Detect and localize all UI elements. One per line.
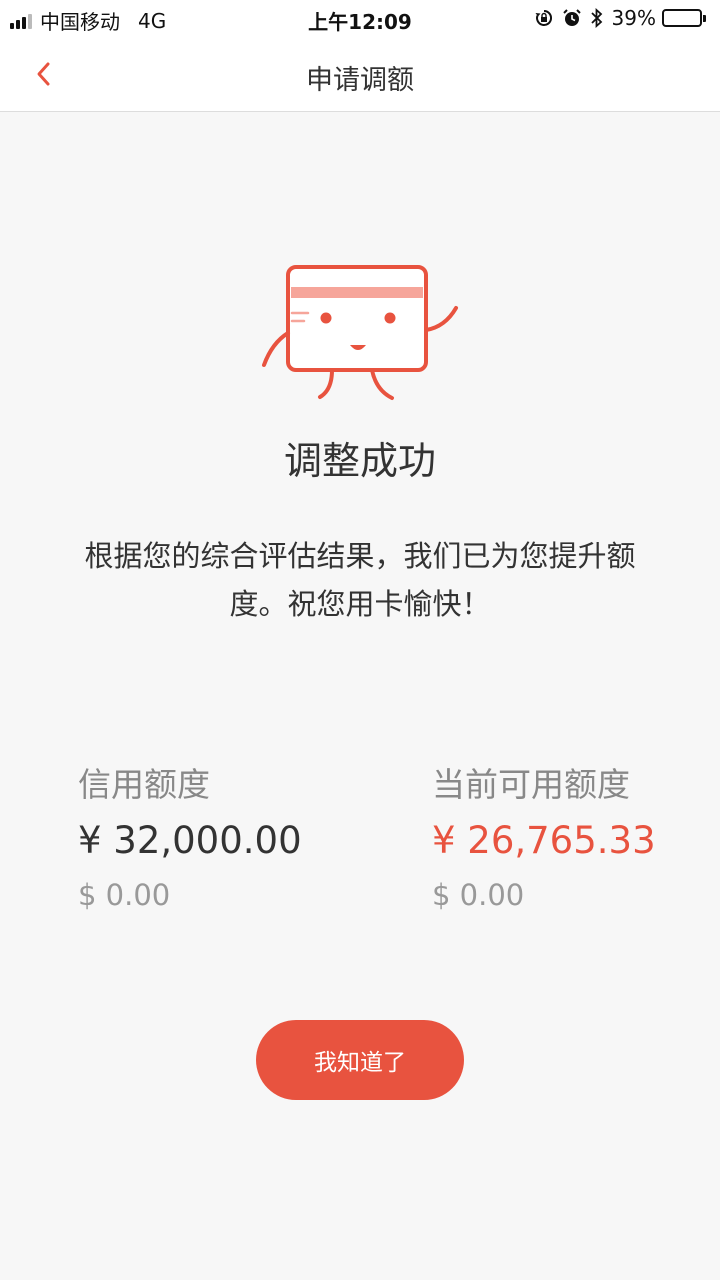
available-limit-block: 当前可用额度 ¥ 26,765.33 $ 0.00: [432, 762, 656, 918]
available-limit-label: 当前可用额度: [432, 765, 630, 804]
nav-bar: 申请调额: [0, 36, 720, 112]
result-message: 根据您的综合评估结果，我们已为您提升额度。祝您用卡愉快！: [84, 539, 636, 621]
status-bar: 中国移动 4G 上午12:09 39%: [0, 0, 720, 36]
battery-percent: 39%: [611, 6, 656, 30]
result-title: 调整成功: [283, 439, 436, 483]
credit-limit-block: 信用额度 ¥ 32,000.00 $ 0.00: [78, 762, 302, 918]
available-limit-cny: ¥ 26,765.33: [432, 819, 656, 862]
credit-limit-label: 信用额度: [78, 765, 210, 804]
status-right: 39%: [534, 6, 706, 30]
confirm-button[interactable]: 我知道了: [256, 1020, 464, 1100]
credit-limit-usd: $ 0.00: [78, 878, 171, 912]
available-limit-usd: $ 0.00: [432, 878, 525, 912]
rotation-lock-icon: [534, 8, 554, 28]
card-mascot-icon: [250, 255, 470, 410]
battery-icon: [662, 9, 706, 27]
alarm-icon: [562, 8, 582, 28]
bluetooth-icon: [590, 8, 604, 28]
page-title: 申请调额: [306, 65, 414, 96]
credit-limit-cny: ¥ 32,000.00: [78, 819, 302, 862]
screen: 中国移动 4G 上午12:09 39% 申请调额 调整成功 根据您的综合评估结果…: [0, 0, 720, 1280]
